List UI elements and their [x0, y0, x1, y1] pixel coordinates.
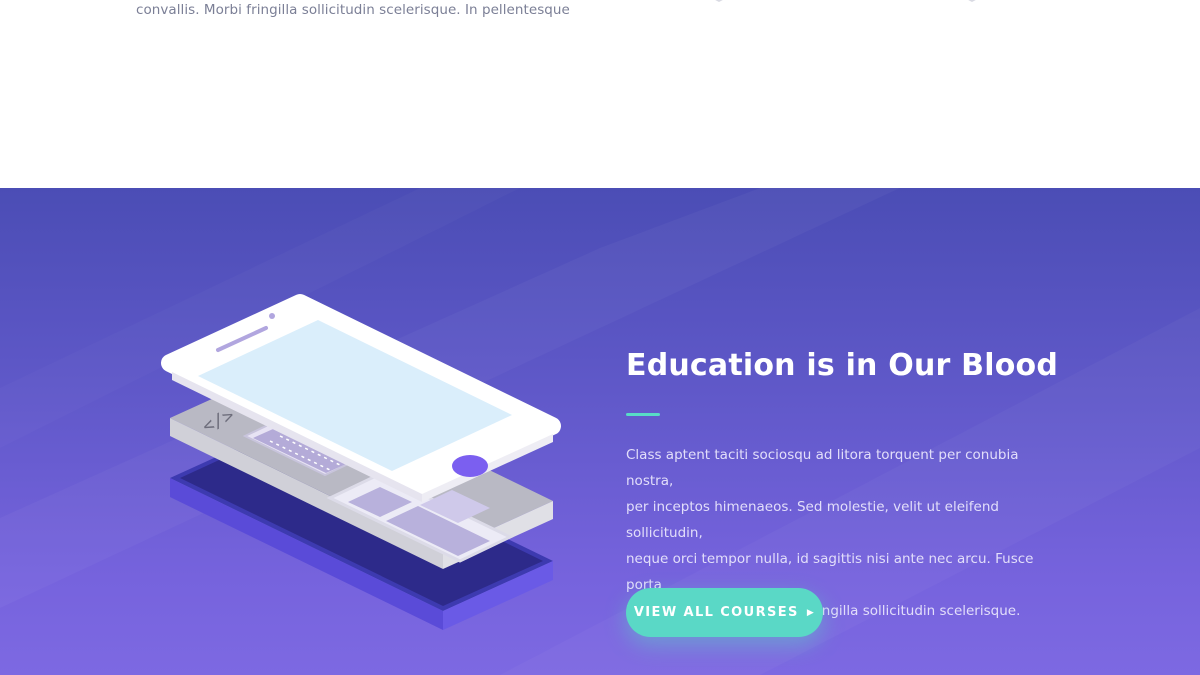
section-title: Education is in Our Blood [626, 348, 1059, 383]
cta-label: VIEW ALL COURSES [633, 605, 799, 620]
caret-right-icon: ▶ [806, 607, 816, 618]
view-all-courses-button[interactable]: VIEW ALL COURSES ▶ [626, 588, 823, 637]
intro-text: convallis. Morbi fringilla sollicitudin … [136, 2, 570, 18]
hexagon-icon [968, 0, 976, 2]
title-underline [626, 413, 660, 416]
intro-section: convallis. Morbi fringilla sollicitudin … [0, 0, 1200, 188]
isometric-phone-illustration: </> [161, 294, 561, 630]
education-hero-section: </> Education is in Our Blood Class apte… [0, 188, 1200, 675]
hexagon-icon [715, 0, 723, 2]
